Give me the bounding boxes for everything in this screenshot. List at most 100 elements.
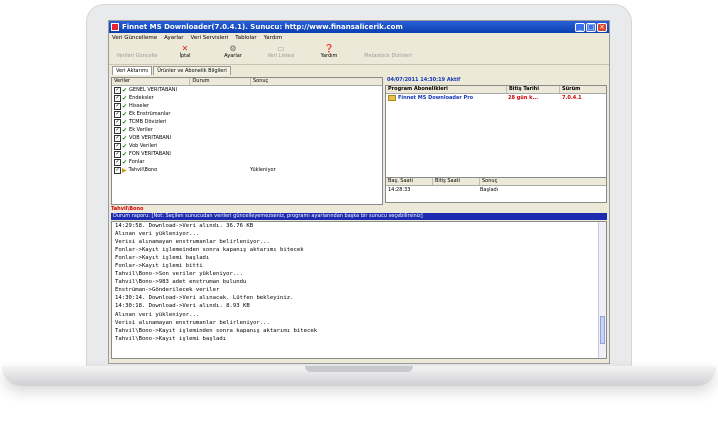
- settings-button[interactable]: ⚙ Ayarlar: [209, 42, 257, 59]
- table-row[interactable]: ✓ ✔ Fonlar: [112, 158, 382, 166]
- col-sonuc[interactable]: Sonuç: [251, 78, 382, 85]
- check-icon: ✔: [122, 126, 128, 134]
- row-checkbox[interactable]: ✓: [114, 118, 121, 126]
- log-line: Tahvil\Bono->983 adet enstruman bulundu: [115, 279, 247, 286]
- table-row[interactable]: ✓ ✔ TCMB Dövizleri: [112, 118, 382, 126]
- check-icon: ✔: [122, 158, 128, 166]
- data-list-button[interactable]: ▭ Veri Listesi: [257, 42, 305, 59]
- col-durum[interactable]: Durum: [190, 78, 251, 85]
- row-checkbox[interactable]: ✓: [114, 158, 121, 166]
- row-checkbox[interactable]: ✓: [114, 86, 121, 94]
- times-row[interactable]: 14:28:33 Başladı: [386, 186, 606, 194]
- check-icon: ✔: [122, 102, 128, 110]
- table-row[interactable]: ✓ ✔ Endeksler: [112, 94, 382, 102]
- row-name-cell: ✓ ✔ Fonlar: [112, 158, 190, 166]
- row-name-cell: ✓ ✔ VOB VERITABANI: [112, 134, 190, 142]
- window-title: Finnet MS Downloader(7.0.4.1). Sunucu: h…: [122, 23, 403, 31]
- table-row[interactable]: ✓ ✔ Ek Enstrümanlar: [112, 110, 382, 118]
- log-line: Alınan veri yükleniyor...: [115, 231, 200, 238]
- row-name-cell: ✓ ✔ TCMB Dövizleri: [112, 118, 190, 126]
- row-checkbox[interactable]: ✓: [114, 166, 121, 174]
- log-title: Tahvil\Bono: [111, 206, 144, 212]
- help-button[interactable]: ❓ Yardım: [305, 42, 353, 59]
- col-program[interactable]: Program Abonelikleri: [386, 86, 507, 93]
- check-icon: ✔: [122, 86, 128, 94]
- right-pane: 04/07/2011 14:30:19 Aktif Program Abonel…: [385, 77, 607, 203]
- row-name-cell: ✓ ✔ Endeksler: [112, 94, 190, 102]
- row-checkbox[interactable]: ✓: [114, 94, 121, 102]
- row-name: FON VERITABANI: [129, 151, 171, 157]
- row-checkbox[interactable]: ✓: [114, 150, 121, 158]
- table-row[interactable]: ✓ ✔ FON VERITABANI: [112, 150, 382, 158]
- log-line: Enstrüman->Gönderilecek veriler: [115, 287, 220, 294]
- maximize-button[interactable]: □: [586, 22, 596, 32]
- table-rows: ✓ ✔ GENEL VERITABANI ✓ ✔ Endeksler ✓ ✔ Hisseler ✓…: [112, 86, 382, 174]
- row-name-cell: ✓ ✔ FON VERITABANI: [112, 150, 190, 158]
- tab-urunler[interactable]: Ürünler ve Abonelik Bilgileri: [153, 66, 231, 75]
- laptop-notch: [305, 366, 413, 372]
- table-row[interactable]: ✓ ▶ Tahvil\Bono Yükleniyor: [112, 166, 382, 174]
- scrollbar-thumb[interactable]: [600, 316, 605, 344]
- subs-name-cell: Finnet MS Downloader Pro: [386, 95, 506, 101]
- col-bitis-saati[interactable]: Bitiş Saati: [433, 178, 480, 185]
- menu-veri-guncelleme[interactable]: Veri Güncelleme: [112, 35, 157, 41]
- table-row[interactable]: ✓ ✔ Hisseler: [112, 102, 382, 110]
- subs-header: Program Abonelikleri Bitiş Tarihi Sürüm: [386, 86, 606, 94]
- menu-tablolar[interactable]: Tablolar: [235, 35, 256, 41]
- table-row[interactable]: ✓ ✔ GENEL VERITABANI: [112, 86, 382, 94]
- row-name: Endeksler: [129, 95, 154, 101]
- row-name-cell: ✓ ✔ Ek Veriler: [112, 126, 190, 134]
- menu-ayarlar[interactable]: Ayarlar: [164, 35, 183, 41]
- menu-yardim[interactable]: Yardım: [264, 35, 283, 41]
- app-icon: [111, 23, 119, 31]
- log-line: 14:30:14. Download->Veri alınacak. Lütfe…: [115, 295, 294, 302]
- log-panel[interactable]: 14:29:58. Download->Veri alındı. 36.76 K…: [111, 221, 607, 359]
- cancel-button[interactable]: ✕ İptal: [161, 42, 209, 59]
- row-result: Yükleniyor: [250, 167, 276, 173]
- subscriptions-table: Program Abonelikleri Bitiş Tarihi Sürüm …: [385, 85, 607, 179]
- row-name-cell: ✓ ▶ Tahvil\Bono: [112, 166, 190, 174]
- row-checkbox[interactable]: ✓: [114, 110, 121, 118]
- close-button[interactable]: ×: [597, 22, 607, 32]
- toolbar: Verileri Güncelle ✕ İptal ⚙ Ayarlar ▭ Ve…: [109, 42, 609, 65]
- settings-icon: ⚙: [229, 43, 237, 53]
- check-icon: ✔: [122, 150, 128, 158]
- title-bar: Finnet MS Downloader(7.0.4.1). Sunucu: h…: [109, 21, 609, 33]
- menu-veri-servisleri[interactable]: Veri Servisleri: [191, 35, 229, 41]
- row-name: TCMB Dövizleri: [129, 119, 167, 125]
- row-name-cell: ✓ ✔ Hisseler: [112, 102, 190, 110]
- col-bitis[interactable]: Bitiş Tarihi: [507, 86, 560, 93]
- update-button[interactable]: Verileri Güncelle: [113, 42, 161, 59]
- row-checkbox[interactable]: ✓: [114, 126, 121, 134]
- data-table: Veriler Durum Sonuç ✓ ✔ GENEL VERITABANI ✓ ✔…: [111, 77, 383, 205]
- subs-end: 28 gün k...: [508, 95, 539, 101]
- table-header: Veriler Durum Sonuç: [112, 78, 382, 86]
- check-icon: ✔: [122, 142, 128, 150]
- table-row[interactable]: ✓ ✔ Vob Verileri: [112, 142, 382, 150]
- table-row[interactable]: ✓ ✔ Ek Veriler: [112, 126, 382, 134]
- table-row[interactable]: ✓ ✔ VOB VERITABANI: [112, 134, 382, 142]
- log-line: Verisi alınamayan enstrumanlar belirleni…: [115, 319, 270, 326]
- row-checkbox[interactable]: ✓: [114, 102, 121, 110]
- refresh-icon: [133, 44, 142, 53]
- subs-row[interactable]: Finnet MS Downloader Pro 28 gün k... 7.0…: [386, 94, 606, 102]
- log-line: Fonlar->Kayıt işlemeinden sonra kapanış …: [115, 247, 304, 254]
- row-checkbox[interactable]: ✓: [114, 134, 121, 142]
- times-header: Baş. Saati Bitiş Saati Sonuç: [386, 178, 606, 186]
- row-checkbox[interactable]: ✓: [114, 142, 121, 150]
- metastock-button[interactable]: Metastock Dizinleri: [353, 42, 423, 59]
- col-veriler[interactable]: Veriler: [112, 78, 191, 85]
- subs-name: Finnet MS Downloader Pro: [398, 95, 474, 101]
- check-icon: ✔: [122, 118, 128, 126]
- log-line: 14:29:58. Download->Veri alındı. 36.76 K…: [115, 223, 254, 229]
- log-scrollbar[interactable]: [598, 222, 606, 358]
- col-surum[interactable]: Sürüm: [560, 86, 602, 93]
- col-bas-saati[interactable]: Baş. Saati: [386, 178, 433, 185]
- log-line: Tahvil\Bono->Kayıt işlemi başladı: [115, 335, 227, 342]
- help-icon: ❓: [324, 43, 334, 53]
- tab-veri-aktarimi[interactable]: Veri Aktarımı: [112, 66, 153, 75]
- col-times-sonuc[interactable]: Sonuç: [480, 178, 602, 185]
- log-line: 14:30:18. Download->Veri alındı. 8.93 KB: [115, 303, 250, 310]
- minimize-button[interactable]: _: [575, 22, 585, 32]
- session-date: 04/07/2011 14:30:19 Aktif: [387, 77, 461, 83]
